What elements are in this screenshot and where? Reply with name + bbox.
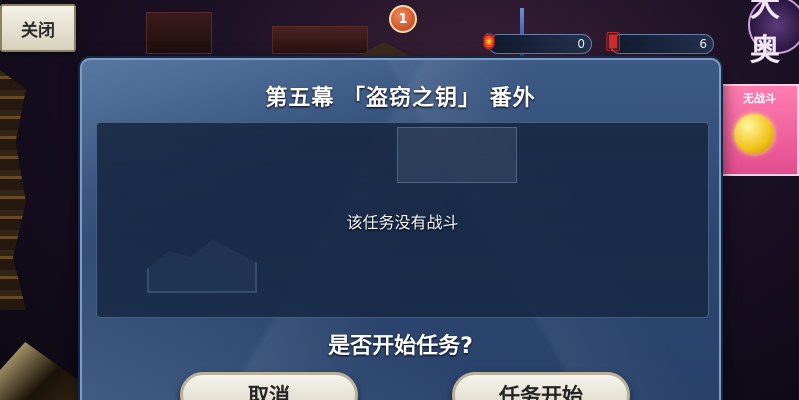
dialog-question: 是否开始任务?	[328, 334, 473, 359]
resource-bar-lantern: 0	[488, 34, 592, 54]
golden-fruit-icon	[734, 114, 774, 154]
background-building	[272, 26, 368, 54]
resource-bar-card: 6	[610, 34, 714, 54]
confirm-dialog: 第五幕 「盗窃之钥」 番外 该任务没有战斗 是否开始任务? 取消 任务开始	[80, 58, 721, 400]
resource-value: 6	[699, 37, 707, 51]
start-mission-button[interactable]: 任务开始	[452, 372, 630, 400]
lantern-icon: 🏮	[479, 31, 499, 51]
notification-badge[interactable]: 1	[389, 5, 417, 33]
background-decoration	[147, 239, 257, 293]
card-icon: 🂠	[604, 31, 622, 51]
game-screen: 关闭 1 0 🏮 6 🂠 大奥 无战斗 第五幕 「盗窃之钥」 番外 该任务没有战…	[0, 0, 799, 400]
logo-text: 大奥	[750, 0, 780, 68]
character-portrait-fragment	[0, 342, 84, 400]
background-decoration	[397, 127, 517, 183]
cancel-button[interactable]: 取消	[180, 372, 358, 400]
close-button[interactable]: 关闭	[0, 4, 76, 52]
mission-card-label: 无战斗	[743, 92, 776, 105]
game-logo: 大奥	[748, 0, 799, 68]
background-building	[146, 12, 212, 54]
left-ornament	[0, 70, 26, 310]
dialog-message: 该任务没有战斗	[346, 213, 459, 232]
resource-value: 0	[577, 37, 585, 51]
dialog-title: 第五幕 「盗窃之钥」 番外	[265, 86, 536, 111]
dialog-content-panel: 该任务没有战斗	[96, 122, 709, 318]
mission-card[interactable]: 无战斗	[720, 84, 799, 176]
